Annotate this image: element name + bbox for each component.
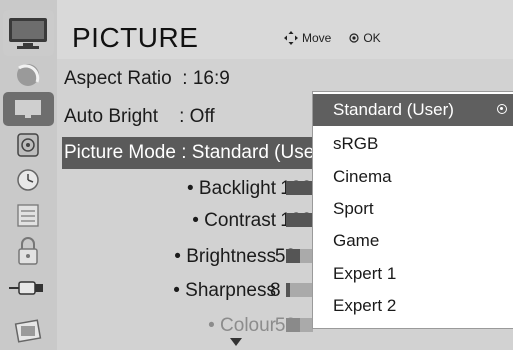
list-icon <box>17 204 39 227</box>
auto-bright-item[interactable]: Auto Bright : Off <box>64 101 215 133</box>
move-arrows-icon <box>284 31 298 45</box>
ok-radio-icon <box>349 33 359 43</box>
page-title: PICTURE <box>72 22 199 53</box>
time-menu-tab[interactable] <box>3 163 54 197</box>
lock-menu-tab[interactable] <box>3 233 54 269</box>
contrast-bar[interactable] <box>286 213 313 227</box>
nav-hint: Move OK <box>284 31 381 45</box>
setup-menu-tab[interactable] <box>3 58 54 92</box>
contrast-bar-fill <box>286 213 313 227</box>
sharpness-value: 8 <box>270 280 281 301</box>
brightness-bar-fill <box>286 249 300 263</box>
picture-mode-item[interactable]: Picture Mode : Standard (User) <box>62 137 332 169</box>
backlight-label[interactable]: • Backlight <box>140 173 276 205</box>
dropdown-option-sport[interactable]: Sport <box>313 193 513 225</box>
dropdown-option-label: Standard (User) <box>333 100 454 119</box>
colour-label[interactable]: • Colour <box>140 310 276 342</box>
dropdown-option-expert-1[interactable]: Expert 1 <box>313 258 513 290</box>
contrast-label[interactable]: • Contrast <box>140 205 276 237</box>
picture-mode-dropdown: Standard (User) sRGB Cinema Sport Game E… <box>313 92 513 328</box>
monitor-icon <box>15 100 41 118</box>
scroll-down-arrow-icon[interactable] <box>230 338 242 346</box>
sidebar <box>0 0 57 350</box>
ok-hint-label: OK <box>363 31 381 45</box>
sharpness-bar-fill <box>286 283 291 297</box>
lock-icon <box>18 237 38 265</box>
backlight-bar[interactable] <box>286 181 313 195</box>
option-menu-tab[interactable] <box>3 198 54 232</box>
sharpness-bar[interactable] <box>286 283 313 297</box>
brightness-bar[interactable] <box>286 249 313 263</box>
dropdown-option-standard-user[interactable]: Standard (User) <box>313 94 513 126</box>
aspect-ratio-item[interactable]: Aspect Ratio : 16:9 <box>64 63 230 95</box>
satellite-icon <box>17 64 40 86</box>
clock-icon <box>17 169 39 191</box>
dropdown-option-srgb[interactable]: sRGB <box>313 128 513 160</box>
input-icon <box>9 281 43 295</box>
dropdown-option-game[interactable]: Game <box>313 225 513 257</box>
picture-icon <box>9 18 47 49</box>
colour-bar-fill <box>286 318 300 332</box>
selected-radio-icon <box>497 104 507 114</box>
speaker-icon <box>17 133 39 157</box>
media-menu-tab[interactable] <box>3 312 54 350</box>
audio-menu-tab[interactable] <box>3 128 54 162</box>
input-menu-tab[interactable] <box>3 270 54 306</box>
brightness-label[interactable]: • Brightness <box>140 241 276 273</box>
dropdown-option-expert-2[interactable]: Expert 2 <box>313 290 513 322</box>
media-icon <box>14 319 42 343</box>
picture-menu-tab-active[interactable] <box>3 92 54 126</box>
sharpness-label[interactable]: • Sharpness <box>140 275 276 307</box>
backlight-bar-fill <box>286 181 313 195</box>
move-hint-label: Move <box>302 31 332 45</box>
colour-bar[interactable] <box>286 318 313 332</box>
picture-menu-tab[interactable] <box>3 10 54 56</box>
dropdown-option-cinema[interactable]: Cinema <box>313 161 513 193</box>
